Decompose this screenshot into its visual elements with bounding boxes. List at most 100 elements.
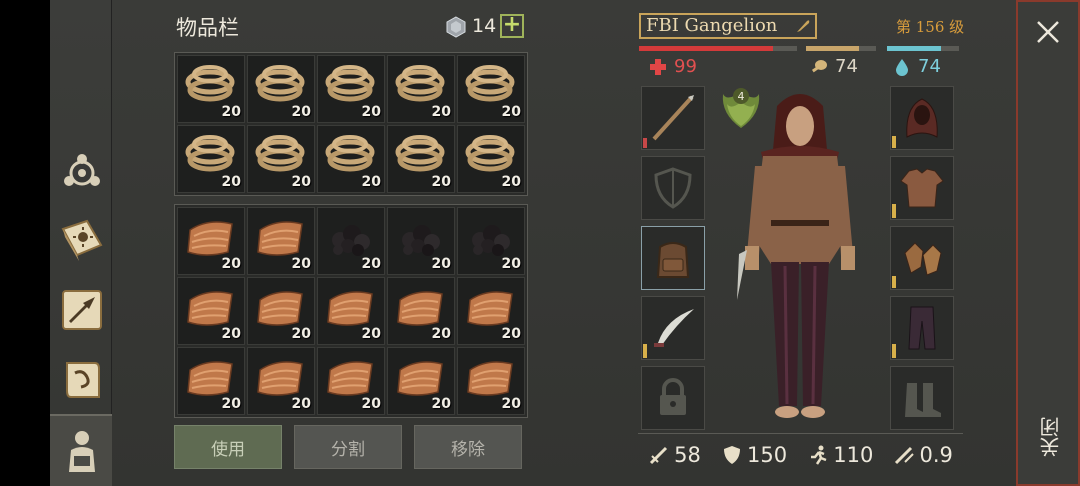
use-button[interactable]: 使用 <box>174 425 282 469</box>
head-slot[interactable] <box>890 86 954 150</box>
map-nav-button[interactable] <box>56 354 108 406</box>
item-quantity: 20 <box>291 256 311 272</box>
attack-stat: 58 <box>648 443 701 467</box>
character-figure <box>737 94 855 418</box>
remove-button[interactable]: 移除 <box>414 425 522 469</box>
inventory-slot[interactable]: 20 <box>387 55 455 123</box>
weapon-slot[interactable] <box>641 86 705 150</box>
inventory-slot[interactable]: 20 <box>457 277 525 345</box>
coal-icon <box>472 225 510 256</box>
inventory-slot[interactable]: 20 <box>387 207 455 275</box>
item-quantity: 20 <box>221 396 241 412</box>
inventory-title: 物品栏 <box>176 16 239 40</box>
sun-book-icon <box>61 219 103 261</box>
close-label[interactable]: 关闭 <box>1036 417 1063 457</box>
inventory-slot[interactable]: 20 <box>177 125 245 193</box>
legs-slot[interactable] <box>890 296 954 360</box>
item-quantity: 20 <box>501 256 521 272</box>
inventory-slot[interactable]: 20 <box>317 347 385 415</box>
hp-stat: 99 <box>648 56 697 77</box>
inventory-slot[interactable]: 20 <box>387 125 455 193</box>
speed-stat: 110 <box>807 443 873 467</box>
item-quantity: 20 <box>501 104 521 120</box>
rope-icon <box>255 65 305 102</box>
combat-stats-bar: 58 150 110 0.9 <box>638 433 963 475</box>
character-backpack-icon <box>69 431 95 472</box>
attack-value: 58 <box>674 442 701 467</box>
drumstick-icon <box>811 59 827 72</box>
water-bar <box>887 46 959 51</box>
inventory-slot[interactable]: 20 <box>177 55 245 123</box>
backpack-slot[interactable] <box>641 226 705 290</box>
close-panel[interactable]: 关闭 <box>1016 0 1080 486</box>
rope-icon <box>465 135 515 172</box>
inventory-slot[interactable]: 20 <box>247 207 315 275</box>
durability-bar <box>643 138 647 148</box>
leather-scroll-icon <box>187 291 233 326</box>
skills-nav-button[interactable] <box>56 146 108 198</box>
chest-slot[interactable] <box>890 156 954 220</box>
item-quantity: 20 <box>291 326 311 342</box>
edit-feather-icon[interactable] <box>795 18 811 34</box>
split-button[interactable]: 分割 <box>294 425 402 469</box>
inventory-slot[interactable]: 20 <box>317 55 385 123</box>
inventory-slot[interactable]: 20 <box>317 207 385 275</box>
item-quantity: 20 <box>501 396 521 412</box>
inventory-slot[interactable]: 20 <box>317 277 385 345</box>
add-slots-button[interactable]: + <box>500 14 524 38</box>
inventory-slot[interactable]: 20 <box>387 347 455 415</box>
item-quantity: 20 <box>361 174 381 190</box>
hunger-bar <box>806 46 876 51</box>
pants-icon <box>908 306 936 350</box>
secondary-weapon-slot[interactable] <box>641 296 705 360</box>
inventory-nav-button[interactable] <box>50 414 114 486</box>
main-panel: 物品栏 14 + 20 20 20 20 20 20 20 20 20 20 20 20 20 20 20… <box>112 0 1016 486</box>
inventory-slot[interactable]: 20 <box>247 347 315 415</box>
leather-scroll-icon <box>257 361 303 396</box>
rope-icon <box>395 65 445 102</box>
journal-nav-button[interactable] <box>56 214 108 266</box>
defense-value: 150 <box>746 442 788 467</box>
hp-bar-fill <box>639 46 774 51</box>
screen-edge <box>0 0 50 486</box>
inventory-slot[interactable]: 20 <box>457 55 525 123</box>
gem-count: 14 <box>472 15 497 37</box>
inventory-slot[interactable]: 20 <box>457 347 525 415</box>
character-level: 第 156 级 <box>896 18 965 36</box>
locked-slot <box>641 366 705 430</box>
durability-bar <box>892 136 896 148</box>
item-quantity: 20 <box>361 326 381 342</box>
inventory-slot[interactable]: 20 <box>247 55 315 123</box>
inventory-slot[interactable]: 20 <box>247 125 315 193</box>
item-quantity: 20 <box>361 396 381 412</box>
shield-slot[interactable] <box>641 156 705 220</box>
inventory-slot[interactable]: 20 <box>387 277 455 345</box>
crafting-nav-button[interactable] <box>56 284 108 336</box>
inventory-slot[interactable]: 20 <box>247 277 315 345</box>
hands-slot[interactable] <box>890 226 954 290</box>
item-quantity: 20 <box>221 104 241 120</box>
inventory-slot[interactable]: 20 <box>177 277 245 345</box>
hood-icon <box>906 98 938 138</box>
character-name-field[interactable]: FBI Gangelion <box>639 13 817 39</box>
inventory-slot[interactable]: 20 <box>457 125 525 193</box>
item-quantity: 20 <box>431 104 451 120</box>
inventory-slot[interactable]: 20 <box>317 125 385 193</box>
inventory-slot[interactable]: 20 <box>457 207 525 275</box>
rope-icon <box>395 135 445 172</box>
item-quantity: 20 <box>431 256 451 272</box>
water-value: 74 <box>918 56 941 77</box>
leather-scroll-icon <box>187 361 233 396</box>
rope-icon <box>185 65 235 102</box>
item-quantity: 20 <box>221 326 241 342</box>
close-icon[interactable] <box>1034 18 1062 46</box>
inventory-slot[interactable]: 20 <box>177 347 245 415</box>
hunger-bar-fill <box>806 46 859 51</box>
inventory-slot[interactable]: 20 <box>177 207 245 275</box>
crit-sword-icon <box>895 446 915 464</box>
health-cross-icon <box>650 58 666 75</box>
item-quantity: 20 <box>361 256 381 272</box>
hunger-value: 74 <box>835 56 858 77</box>
feet-slot[interactable] <box>890 366 954 430</box>
water-bar-fill <box>887 46 941 51</box>
